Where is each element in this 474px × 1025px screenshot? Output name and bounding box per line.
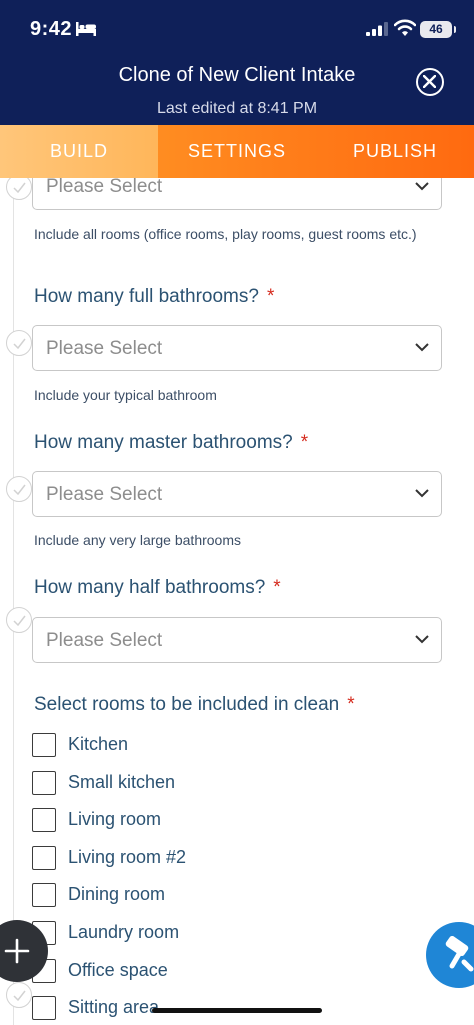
status-time: 9:42 xyxy=(30,18,73,40)
checkbox-box[interactable] xyxy=(32,846,56,870)
checkbox-box[interactable] xyxy=(32,883,56,907)
checkbox-label: Living room #2 xyxy=(68,847,187,867)
select-placeholder: Please Select xyxy=(46,338,163,359)
checkbox-label: Living room xyxy=(68,809,162,829)
checkbox-label: Sitting area xyxy=(68,997,160,1017)
tab-publish[interactable]: PUBLISH xyxy=(316,125,474,178)
select-placeholder: Please Select xyxy=(46,178,163,197)
required-asterisk: * xyxy=(347,694,355,715)
battery-indicator: 46 xyxy=(420,21,456,38)
checkbox-box[interactable] xyxy=(32,733,56,757)
paint-roller-icon xyxy=(445,936,474,972)
home-indicator[interactable] xyxy=(152,1008,322,1013)
cellular-signal-icon xyxy=(366,22,388,36)
app-header: 9:42 46 Clone of New Client Intake Last … xyxy=(0,0,474,125)
checkbox-box[interactable] xyxy=(32,996,56,1020)
field-status-check-icon xyxy=(6,178,32,200)
required-asterisk: * xyxy=(266,286,275,307)
status-bar: 9:42 46 xyxy=(0,0,474,58)
select-placeholder: Please Select xyxy=(46,630,163,651)
rooms-count-select[interactable]: Please Select xyxy=(32,178,442,210)
field-rail xyxy=(13,178,14,1025)
master-bathrooms-help-text: Include any very large bathrooms xyxy=(34,532,241,548)
last-edited-text: Last edited at 8:41 PM xyxy=(156,100,318,117)
wifi-icon xyxy=(394,19,416,36)
field-status-check-icon xyxy=(6,982,32,1008)
plus-icon xyxy=(4,938,30,964)
form-title: Clone of New Client Intake xyxy=(118,64,356,86)
master-bathrooms-label: How many master bathrooms? * xyxy=(34,432,309,453)
tab-settings[interactable]: SETTINGS xyxy=(158,125,316,178)
checkbox-label: Laundry room xyxy=(68,922,180,942)
master-bathrooms-select[interactable]: Please Select xyxy=(32,471,442,517)
checkbox-box[interactable] xyxy=(32,771,56,795)
full-bathrooms-help-text: Include your typical bathroom xyxy=(34,387,217,403)
close-button[interactable] xyxy=(416,68,444,96)
chevron-down-icon xyxy=(415,182,429,191)
chevron-down-icon xyxy=(415,635,429,644)
required-asterisk: * xyxy=(300,432,309,453)
chevron-down-icon xyxy=(415,343,429,352)
full-bathrooms-label: How many full bathrooms? * xyxy=(34,286,275,307)
tab-build[interactable]: BUILD xyxy=(0,125,158,178)
close-icon xyxy=(423,75,436,88)
form-canvas: Please Select Include all rooms (office … xyxy=(0,178,474,1025)
checkbox-label: Office space xyxy=(68,960,168,980)
full-bathrooms-select[interactable]: Please Select xyxy=(32,325,442,371)
half-bathrooms-label: How many half bathrooms? * xyxy=(34,577,281,598)
checkbox-label: Dining room xyxy=(68,884,166,904)
checkbox-label: Kitchen xyxy=(68,734,129,754)
field-status-check-icon xyxy=(6,476,32,502)
select-placeholder: Please Select xyxy=(46,484,163,505)
required-asterisk: * xyxy=(273,577,281,598)
field-status-check-icon xyxy=(6,330,32,356)
rooms-help-text: Include all rooms (office rooms, play ro… xyxy=(34,226,417,242)
checkbox-label: Small kitchen xyxy=(68,772,176,792)
bed-icon xyxy=(76,22,96,36)
checkbox-box[interactable] xyxy=(32,808,56,832)
half-bathrooms-select[interactable]: Please Select xyxy=(32,617,442,663)
builder-tabs: BUILD SETTINGS PUBLISH xyxy=(0,125,474,178)
field-status-check-icon xyxy=(6,607,32,633)
rooms-included-label: Select rooms to be included in clean * xyxy=(34,694,355,715)
chevron-down-icon xyxy=(415,489,429,498)
